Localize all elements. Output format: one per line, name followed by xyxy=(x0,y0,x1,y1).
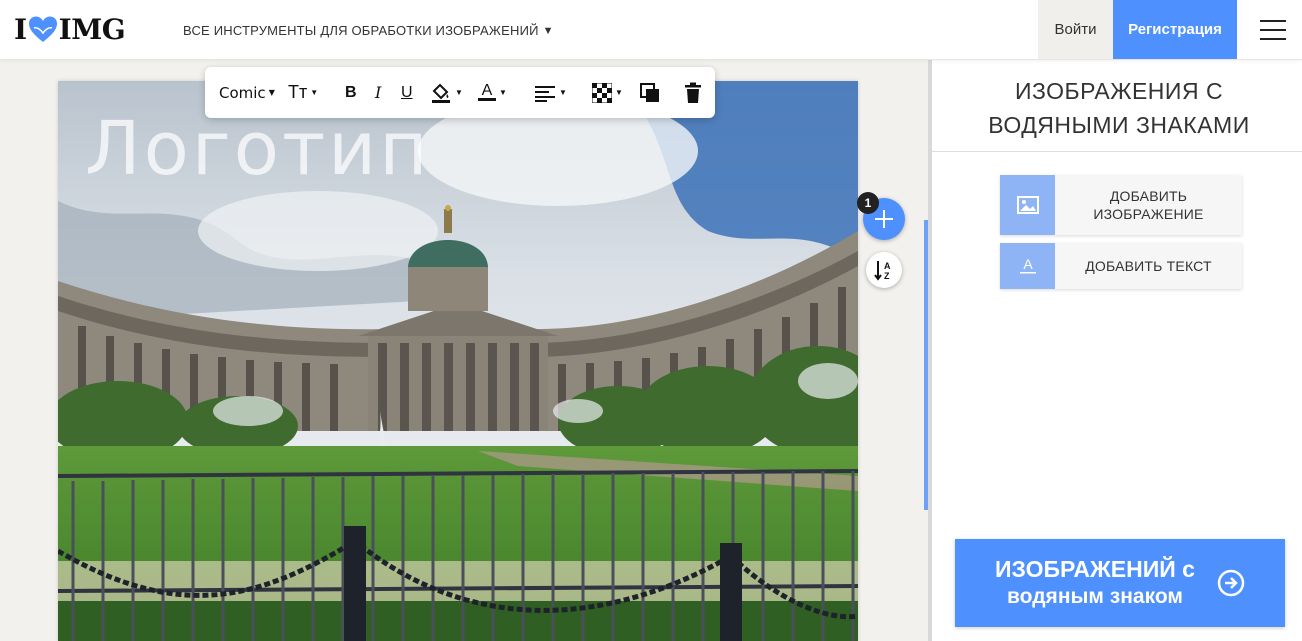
text-color-letter: A xyxy=(481,82,493,99)
layer-order-button[interactable] xyxy=(639,67,661,118)
arrow-right-circle-icon xyxy=(1217,569,1245,597)
tools-menu-label: ВСЕ ИНСТРУМЕНТЫ ДЛЯ ОБРАБОТКИ ИЗОБРАЖЕНИ… xyxy=(183,23,539,38)
svg-text:Z: Z xyxy=(884,271,890,281)
workspace: Логотип Comic ▼ Тт ▼ B I U ▼ A ▼ ▼ ▼ xyxy=(0,60,928,641)
delete-button[interactable] xyxy=(684,67,702,118)
add-image-label: ДОБАВИТЬ ИЗОБРАЖЕНИЕ xyxy=(1055,187,1242,223)
hamburger-menu-icon[interactable] xyxy=(1260,20,1286,40)
font-family-label: Comic xyxy=(219,83,266,102)
layer-count-badge: 1 xyxy=(857,192,879,214)
italic-button[interactable]: I xyxy=(375,67,381,118)
caret-down-icon: ▼ xyxy=(310,88,319,97)
heart-icon xyxy=(28,16,57,42)
background-color-dropdown[interactable]: ▼ xyxy=(430,67,463,118)
signup-button[interactable]: Регистрация xyxy=(1113,0,1237,59)
sidebar-title: ИЗОБРАЖЕНИЯ С ВОДЯНЫМИ ЗНАКАМИ xyxy=(932,74,1302,142)
font-family-dropdown[interactable]: Comic ▼ xyxy=(219,67,275,118)
add-image-label-line2: ИЗОБРАЖЕНИЕ xyxy=(1093,206,1204,222)
svg-text:A: A xyxy=(1023,256,1033,272)
add-watermark-label-line1: ИЗОБРАЖЕНИЙ с xyxy=(995,556,1195,582)
caret-down-icon: ▼ xyxy=(499,88,507,97)
caret-down-icon: ▼ xyxy=(455,88,463,97)
add-image-label-line1: ДОБАВИТЬ xyxy=(1109,188,1188,204)
text-icon: A xyxy=(1000,243,1055,289)
sidebar-title-line2: ВОДЯНЫМИ ЗНАКАМИ xyxy=(988,112,1250,138)
watermark-text-layer[interactable]: Логотип xyxy=(85,112,431,186)
sidebar-title-line1: ИЗОБРАЖЕНИЯ С xyxy=(1014,78,1224,104)
trash-icon xyxy=(685,82,701,103)
layers-icon xyxy=(640,82,659,102)
logo-text-right: IMG xyxy=(58,13,126,46)
align-dropdown[interactable]: ▼ xyxy=(534,67,567,118)
checkerboard-icon xyxy=(592,82,612,103)
add-watermark-label: ИЗОБРАЖЕНИЙ с водяным знаком xyxy=(995,555,1195,611)
tools-menu[interactable]: ВСЕ ИНСТРУМЕНТЫ ДЛЯ ОБРАБОТКИ ИЗОБРАЖЕНИ… xyxy=(183,23,554,38)
bold-button[interactable]: B xyxy=(345,67,357,118)
text-format-toolbar: Comic ▼ Тт ▼ B I U ▼ A ▼ ▼ ▼ xyxy=(205,67,715,118)
underline-button[interactable]: U xyxy=(401,67,413,118)
paint-bucket-icon xyxy=(432,83,450,103)
sort-az-icon: A Z xyxy=(874,261,891,281)
font-size-dropdown[interactable]: Тт ▼ xyxy=(288,67,318,118)
add-watermark-button[interactable]: ИЗОБРАЖЕНИЙ с водяным знаком xyxy=(955,539,1285,627)
opacity-dropdown[interactable]: ▼ xyxy=(592,67,623,118)
login-button[interactable]: Войти xyxy=(1038,0,1113,59)
caret-down-icon: ▼ xyxy=(615,88,623,97)
caret-down-icon: ▼ xyxy=(542,24,554,37)
font-size-label: Тт xyxy=(288,82,308,102)
scroll-indicator[interactable] xyxy=(924,220,928,510)
sort-layers-button[interactable]: A Z xyxy=(866,252,902,288)
add-text-button[interactable]: A ДОБАВИТЬ ТЕКСТ xyxy=(1000,243,1242,289)
text-color-icon: A xyxy=(478,82,496,101)
caret-down-icon: ▼ xyxy=(559,88,567,97)
logo-text-left: I xyxy=(14,13,27,46)
divider xyxy=(932,151,1302,152)
plus-icon xyxy=(875,210,893,228)
image-icon xyxy=(1000,175,1055,235)
text-color-dropdown[interactable]: A ▼ xyxy=(478,67,507,118)
logo[interactable]: I IMG xyxy=(14,13,126,46)
header: I IMG ВСЕ ИНСТРУМЕНТЫ ДЛЯ ОБРАБОТКИ ИЗОБ… xyxy=(0,0,1302,60)
align-left-icon xyxy=(535,85,555,102)
add-watermark-label-line2: водяным знаком xyxy=(1007,585,1183,608)
svg-text:A: A xyxy=(884,261,891,271)
add-text-label: ДОБАВИТЬ ТЕКСТ xyxy=(1085,258,1212,274)
add-image-button[interactable]: ДОБАВИТЬ ИЗОБРАЖЕНИЕ xyxy=(1000,175,1242,235)
caret-down-icon: ▼ xyxy=(268,88,275,97)
